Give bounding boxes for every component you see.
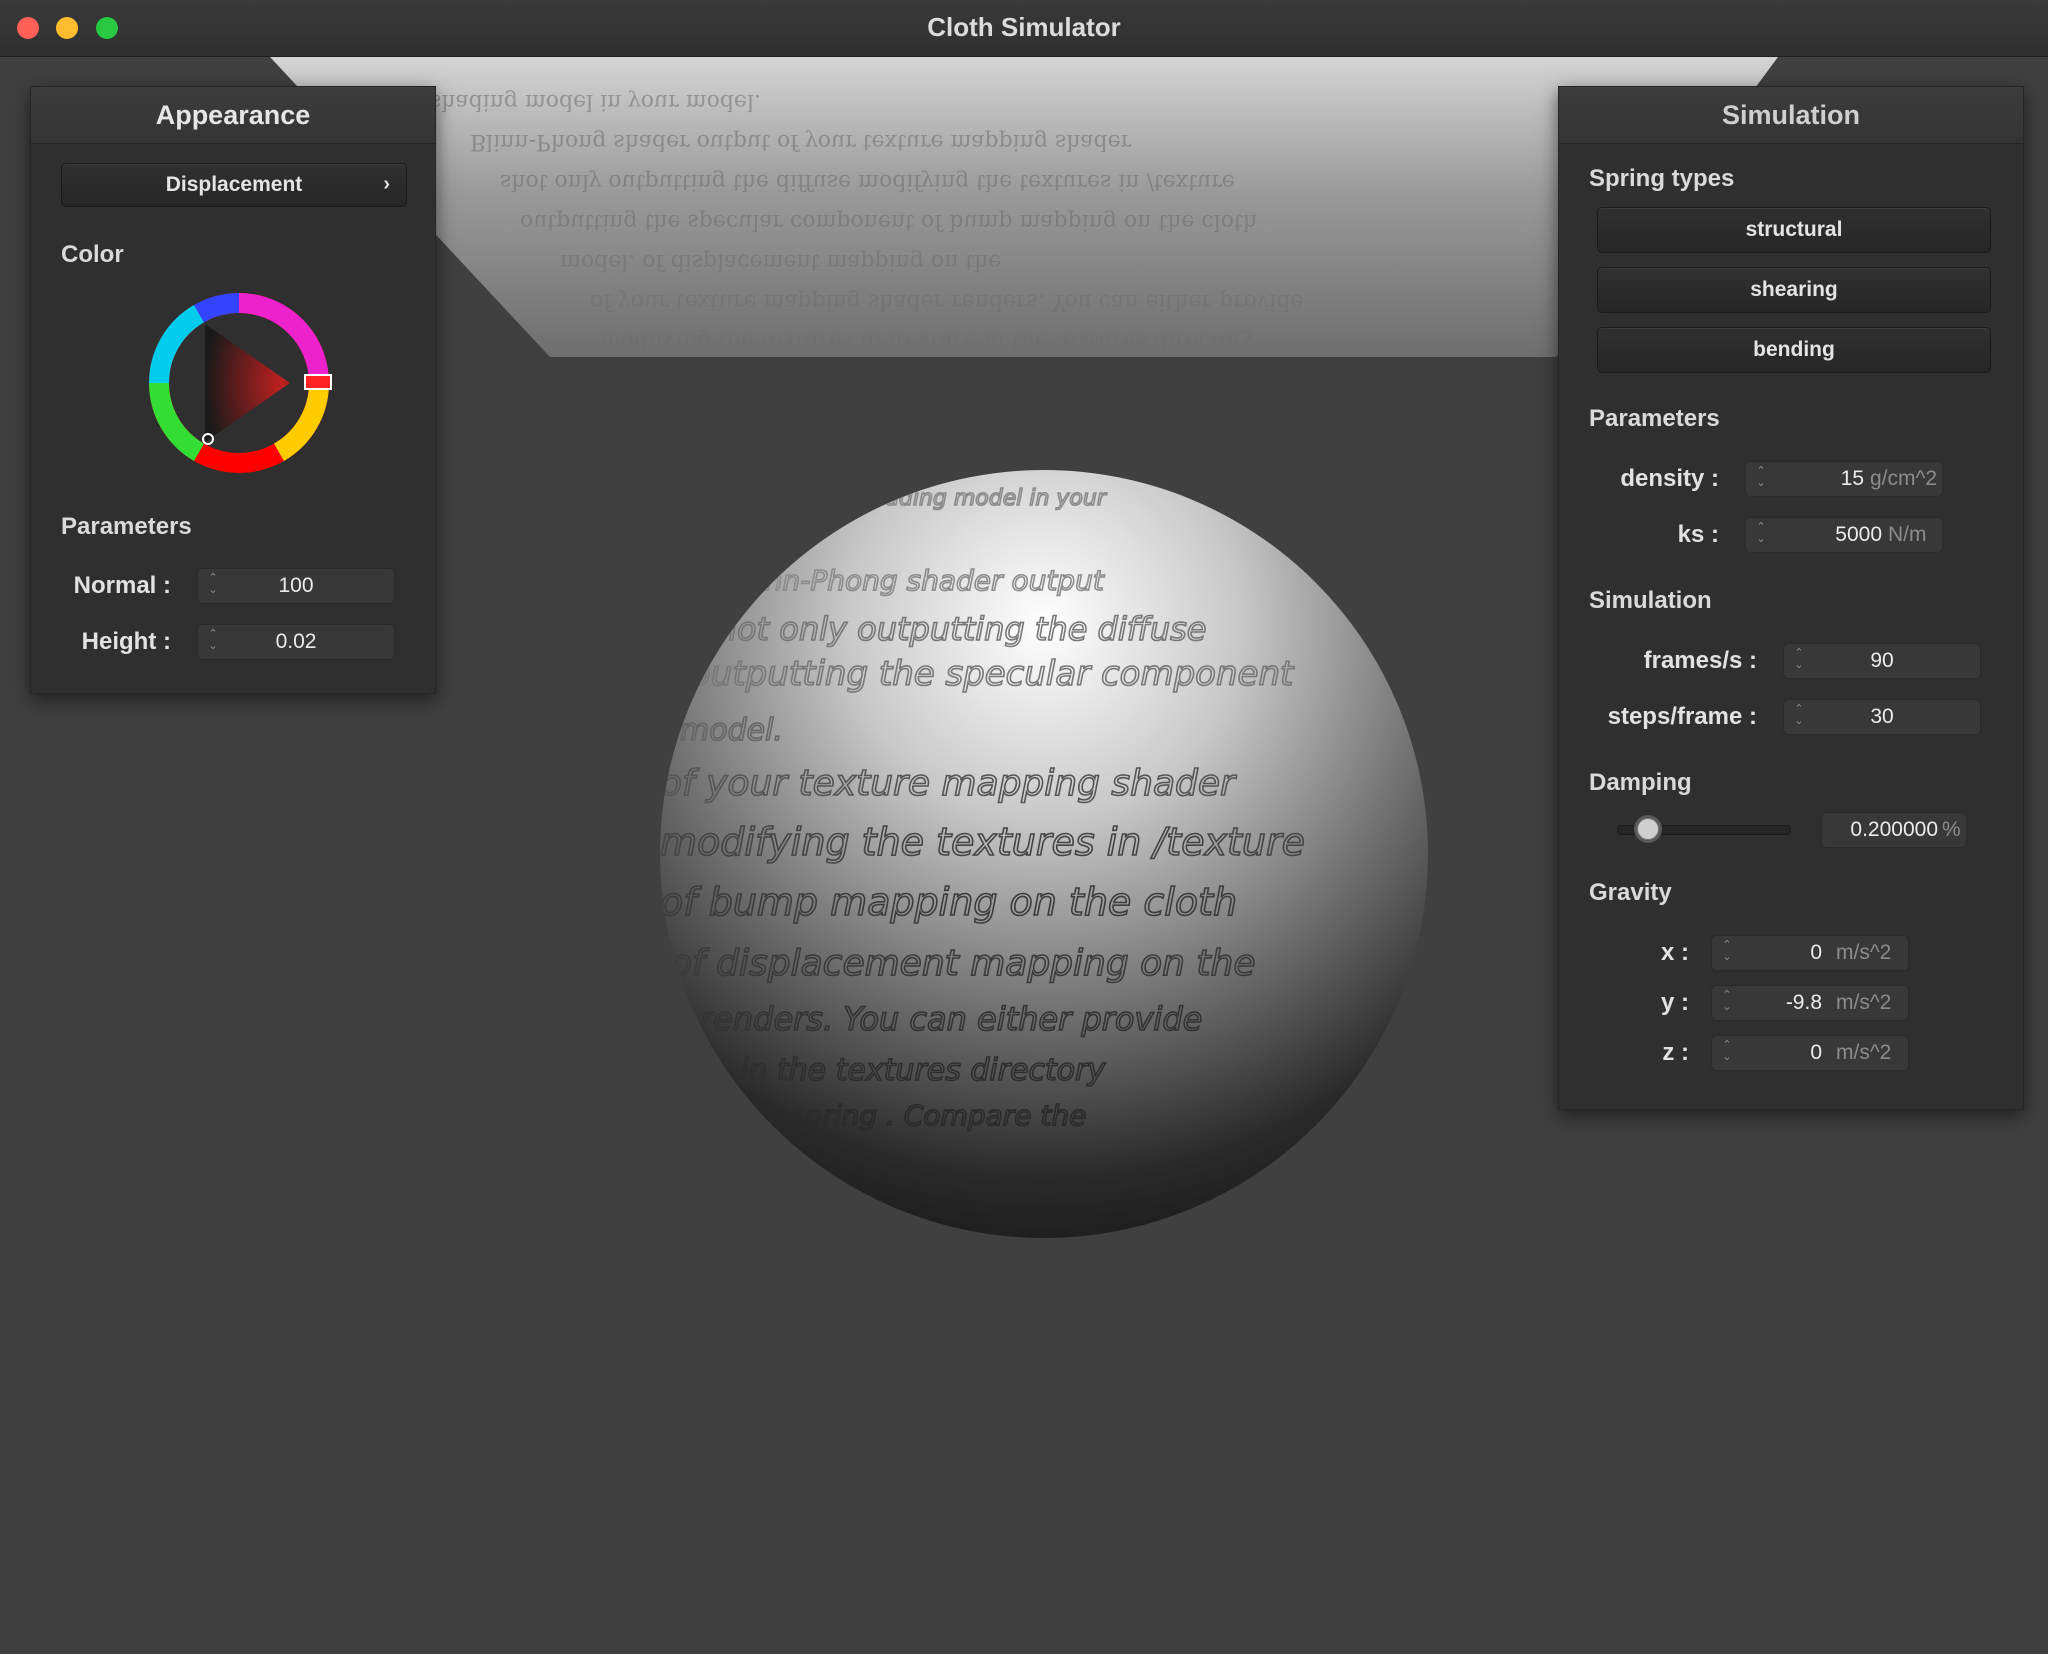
- stepper-arrows-icon[interactable]: ⌃ ⌄: [1720, 989, 1734, 1013]
- ks-value: 5000: [1835, 523, 1882, 546]
- height-label: Height :: [81, 628, 171, 655]
- shader-select-label: Displacement: [165, 173, 303, 196]
- cloth-embossed-text: model. of displacement mapping on the: [560, 249, 1001, 274]
- damping-label: Damping: [1589, 769, 1692, 796]
- gravity-label: Gravity: [1589, 879, 1672, 906]
- shader-select-button[interactable]: Displacement ›: [61, 163, 407, 207]
- ks-unit: N/m: [1888, 523, 1927, 546]
- cloth-embossed-text: modifying the textures in /texture in th…: [600, 329, 1257, 354]
- sphere-text: model.: [680, 713, 783, 748]
- height-stepper[interactable]: ⌃ ⌄ 0.02: [197, 624, 395, 660]
- fps-label: frames/s :: [1643, 647, 1757, 674]
- fps-stepper[interactable]: ⌃ ⌄ 90: [1783, 643, 1981, 679]
- damping-unit: %: [1942, 818, 1961, 841]
- sphere-text: of your texture mapping shader: [660, 763, 1237, 804]
- gravity-z-value: 0: [1810, 1041, 1822, 1064]
- normal-stepper[interactable]: ⌃ ⌄ 100: [197, 568, 395, 604]
- color-wheel[interactable]: [145, 289, 333, 477]
- simulation-panel: Simulation Spring types structural shear…: [1558, 86, 2024, 1110]
- normal-value: 100: [278, 574, 314, 597]
- normal-label: Normal :: [73, 572, 171, 599]
- stepper-arrows-icon[interactable]: ⌃ ⌄: [1754, 465, 1768, 489]
- appearance-panel: Appearance Displacement › Color Paramete…: [30, 86, 436, 694]
- sphere-text: shot only outputting the diffuse: [700, 610, 1206, 648]
- simulation-panel-title: Simulation: [1559, 87, 2023, 144]
- height-value: 0.02: [275, 630, 317, 653]
- gravity-x-label: x :: [1660, 939, 1689, 966]
- cloth-embossed-text: of your texture mapping shader renders. …: [590, 289, 1303, 314]
- title-bar: Cloth Simulator: [0, 0, 2048, 57]
- bending-spring-button[interactable]: bending: [1597, 327, 1991, 373]
- sphere-text: in the textures directory: [740, 1053, 1106, 1088]
- fps-value: 90: [1870, 649, 1894, 672]
- cloth-embossed-text: shading model in your model.: [430, 89, 761, 114]
- sphere-text: Blinn-Phong shader output: [730, 564, 1105, 597]
- sphere-text: outputting the specular component: [690, 654, 1295, 694]
- sim-params-label: Parameters: [1589, 405, 1720, 432]
- gravity-y-value: -9.8: [1785, 991, 1822, 1014]
- gravity-x-unit: m/s^2: [1836, 941, 1892, 964]
- density-label: density :: [1620, 465, 1719, 492]
- shearing-spring-button[interactable]: shearing: [1597, 267, 1991, 313]
- density-value: 15: [1840, 467, 1864, 490]
- simulation-section-label: Simulation: [1589, 587, 1712, 614]
- structural-spring-button[interactable]: structural: [1597, 207, 1991, 253]
- window-title: Cloth Simulator: [927, 12, 1121, 42]
- cloth-embossed-text: Blinn-Phong shader output of your textur…: [470, 129, 1132, 154]
- ks-label: ks :: [1677, 521, 1719, 548]
- cloth-embossed-text: shot only outputting the diffuse modifyi…: [500, 169, 1235, 194]
- sphere-text: shading model in your: [860, 486, 1108, 511]
- stepper-arrows-icon[interactable]: ⌃ ⌄: [1720, 1039, 1734, 1063]
- steps-stepper[interactable]: ⌃ ⌄ 30: [1783, 699, 1981, 735]
- gravity-x-stepper[interactable]: ⌃ ⌄ 0 m/s^2: [1711, 935, 1909, 971]
- steps-value: 30: [1870, 705, 1894, 728]
- gravity-y-unit: m/s^2: [1836, 991, 1892, 1014]
- density-stepper[interactable]: ⌃ ⌄ 15 g/cm^2: [1745, 461, 1943, 497]
- steps-label: steps/frame :: [1607, 703, 1757, 730]
- gravity-z-unit: m/s^2: [1836, 1041, 1892, 1064]
- stepper-arrows-icon[interactable]: ⌃ ⌄: [1754, 521, 1768, 545]
- gravity-y-stepper[interactable]: ⌃ ⌄ -9.8 m/s^2: [1711, 985, 1909, 1021]
- color-section-label: Color: [61, 241, 124, 268]
- sphere-text: spring . Compare the: [790, 1099, 1086, 1132]
- gravity-y-label: y :: [1660, 989, 1689, 1016]
- stepper-arrows-icon[interactable]: ⌃ ⌄: [1720, 939, 1734, 963]
- chevron-right-icon: ›: [383, 173, 390, 195]
- damping-slider-handle[interactable]: [1637, 818, 1659, 840]
- cloth-embossed-text: outputting the specular component of bum…: [520, 209, 1257, 234]
- density-unit: g/cm^2: [1870, 467, 1938, 490]
- gravity-x-value: 0: [1810, 941, 1822, 964]
- sphere-text: modifying the textures in /texture: [660, 820, 1305, 864]
- sphere-text: renders. You can either provide: [700, 1000, 1202, 1038]
- damping-value: 0.200000: [1850, 818, 1938, 841]
- hue-handle[interactable]: [304, 374, 332, 390]
- gravity-z-stepper[interactable]: ⌃ ⌄ 0 m/s^2: [1711, 1035, 1909, 1071]
- ks-stepper[interactable]: ⌃ ⌄ 5000 N/m: [1745, 517, 1943, 553]
- appearance-panel-title: Appearance: [31, 87, 435, 144]
- sphere-text: of displacement mapping on the: [670, 943, 1256, 984]
- damping-value-box[interactable]: 0.200000 %: [1821, 812, 1967, 848]
- gravity-z-label: z :: [1662, 1039, 1689, 1066]
- spring-types-label: Spring types: [1589, 165, 1735, 192]
- sphere-text: of bump mapping on the cloth: [660, 880, 1237, 924]
- appearance-params-label: Parameters: [61, 513, 192, 540]
